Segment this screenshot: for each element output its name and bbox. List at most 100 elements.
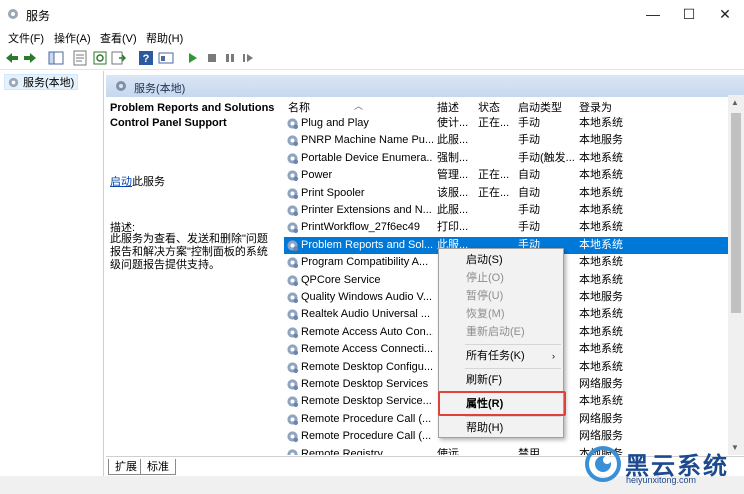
- table-row[interactable]: Plug and Play 使计... 正在... 手动 本地系统: [284, 115, 734, 132]
- table-row[interactable]: Power 管理... 正在... 自动 本地系统: [284, 167, 734, 184]
- service-name-cell: Realtek Audio Universal ...: [301, 308, 431, 321]
- stop-service-icon[interactable]: [204, 50, 220, 66]
- console-view-icon[interactable]: [158, 50, 174, 66]
- service-gear-icon: [286, 448, 299, 455]
- service-startup-type-cell: 手动: [518, 221, 540, 234]
- export-list-icon[interactable]: [110, 50, 126, 66]
- service-name-cell: Remote Procedure Call (...: [301, 412, 432, 425]
- menu-help[interactable]: 帮助(H): [146, 30, 183, 46]
- table-row[interactable]: PrintWorkflow_27f6ec49 打印... 手动 本地系统: [284, 219, 734, 236]
- scrollbar-thumb[interactable]: [731, 113, 741, 313]
- watermark-url: heiyunxitong.com: [626, 475, 697, 485]
- menu-item-stop: 停止(O): [466, 272, 504, 284]
- menu-item-pause: 暂停(U): [466, 290, 504, 302]
- service-logon-cell: 网络服务: [579, 412, 623, 425]
- tab-standard[interactable]: 标准: [140, 459, 176, 475]
- service-status-cell: 正在...: [478, 186, 510, 199]
- service-logon-cell: 本地系统: [579, 186, 623, 199]
- properties-icon[interactable]: [72, 50, 88, 66]
- show-hide-tree-icon[interactable]: [48, 50, 64, 66]
- service-name-cell: Plug and Play: [301, 117, 369, 129]
- menu-action[interactable]: 操作(A): [54, 30, 91, 46]
- service-name-cell: Remote Procedure Call (...: [301, 430, 432, 443]
- menu-item-all-tasks[interactable]: 所有任务(K) ›: [439, 347, 563, 365]
- service-logon-cell: 网络服务: [579, 378, 623, 390]
- column-header-startup-type[interactable]: 启动类型: [518, 99, 562, 115]
- scroll-up-icon[interactable]: ▲: [731, 98, 739, 107]
- service-name-cell: PrintWorkflow_27f6ec49: [301, 221, 421, 234]
- back-arrow-icon[interactable]: [4, 50, 20, 66]
- service-startup-type-cell: 自动: [518, 169, 540, 182]
- menu-item-help[interactable]: 帮助(H): [439, 419, 563, 437]
- tree-node-services-local[interactable]: 服务(本地): [4, 74, 79, 90]
- service-description-cell: 此服...: [437, 134, 469, 147]
- column-header-status[interactable]: 状态: [478, 99, 500, 115]
- column-header-row: ︿ 名称 描述 状态 启动类型 登录为: [284, 95, 744, 115]
- help-icon[interactable]: ?: [138, 50, 154, 66]
- toolbar: ?: [0, 46, 744, 70]
- description-text: 此服务为查看、发送和删除"问题报告和解决方案"控制面板的系统级问题报告提供支持。: [110, 233, 268, 271]
- menu-view[interactable]: 查看(V): [100, 30, 137, 46]
- column-header-description[interactable]: 描述: [437, 99, 459, 115]
- pause-service-icon[interactable]: [222, 50, 238, 66]
- service-name-cell: Remote Registry: [301, 447, 383, 455]
- menu-item-all-tasks-label: 所有任务(K): [466, 350, 525, 362]
- service-name-cell: Remote Desktop Configu...: [301, 360, 433, 373]
- service-logon-cell: 本地系统: [579, 151, 623, 164]
- brand-logo-icon: [585, 446, 621, 482]
- service-logon-cell: 本地系统: [579, 273, 623, 286]
- menu-file[interactable]: 文件(F): [8, 30, 44, 46]
- start-service-link[interactable]: 启动: [110, 176, 132, 188]
- gear-icon: [8, 77, 19, 88]
- menu-item-restart: 重新启动(E): [466, 326, 525, 338]
- start-service-line: 启动此服务: [110, 173, 165, 189]
- menu-bar: 文件(F) 操作(A) 查看(V) 帮助(H): [0, 28, 744, 46]
- service-startup-type-cell: 手动(触发...: [518, 151, 575, 164]
- service-name-cell: Program Compatibility A...: [301, 256, 429, 269]
- menu-separator: [465, 344, 561, 345]
- service-description-cell: 强制...: [437, 151, 469, 164]
- start-service-icon[interactable]: [184, 50, 200, 66]
- column-header-logon-as[interactable]: 登录为: [579, 99, 612, 115]
- service-name-cell: Remote Access Connecti...: [301, 343, 433, 356]
- content-pane: 服务(本地) Problem Reports and Solutions Con…: [106, 71, 744, 455]
- refresh-icon[interactable]: [92, 50, 108, 66]
- tab-extended[interactable]: 扩展: [108, 459, 144, 475]
- sort-ascending-icon: ︿: [354, 101, 364, 111]
- close-button[interactable]: ✕: [706, 0, 744, 28]
- forward-arrow-icon[interactable]: [22, 50, 38, 66]
- gear-icon: [8, 9, 18, 19]
- service-logon-cell: 本地系统: [579, 204, 623, 216]
- table-row[interactable]: Printer Extensions and N... 此服... 手动 本地系统: [284, 202, 734, 219]
- minimize-button[interactable]: —: [634, 0, 672, 28]
- service-name-cell: Remote Access Auto Con...: [301, 325, 433, 338]
- service-name-cell: Portable Device Enumera...: [301, 151, 433, 164]
- service-name-cell: Remote Desktop Services: [301, 378, 429, 390]
- menu-separator: [465, 368, 561, 369]
- service-description-cell: 管理...: [437, 169, 469, 182]
- service-description-cell: 该服...: [437, 186, 469, 199]
- service-logon-cell: 本地服务: [579, 291, 623, 303]
- vertical-scrollbar[interactable]: ▲ ▼: [728, 95, 744, 455]
- service-description-cell: 使远...: [437, 447, 469, 455]
- content-header-label: 服务(本地): [134, 83, 186, 95]
- properties-highlight-box: [438, 391, 566, 416]
- menu-item-refresh[interactable]: 刷新(F): [439, 371, 563, 389]
- service-logon-cell: 本地系统: [579, 117, 623, 129]
- tree-node-label: 服务(本地): [23, 77, 75, 89]
- menu-item-start[interactable]: 启动(S): [439, 251, 563, 269]
- content-header: 服务(本地): [106, 75, 744, 97]
- service-name-cell: Quality Windows Audio V...: [301, 291, 433, 303]
- service-logon-cell: 本地系统: [579, 308, 623, 321]
- maximize-button[interactable]: ☐: [670, 0, 708, 28]
- table-row[interactable]: Portable Device Enumera... 强制... 手动(触发... 本…: [284, 150, 734, 167]
- restart-service-icon[interactable]: [240, 50, 256, 66]
- column-header-name[interactable]: 名称: [288, 99, 310, 115]
- site-watermark: 黑云系统 heiyunxitong.com: [585, 442, 735, 490]
- table-row[interactable]: PNRP Machine Name Pu... 此服... 手动 本地服务: [284, 132, 734, 149]
- service-name-heading: Problem Reports and Solutions Control Pa…: [110, 102, 275, 129]
- service-logon-cell: 本地系统: [579, 360, 623, 373]
- service-name-cell: PNRP Machine Name Pu...: [301, 134, 433, 147]
- service-startup-type-cell: 禁用: [518, 447, 540, 455]
- table-row[interactable]: Print Spooler 该服... 正在... 自动 本地系统: [284, 185, 734, 202]
